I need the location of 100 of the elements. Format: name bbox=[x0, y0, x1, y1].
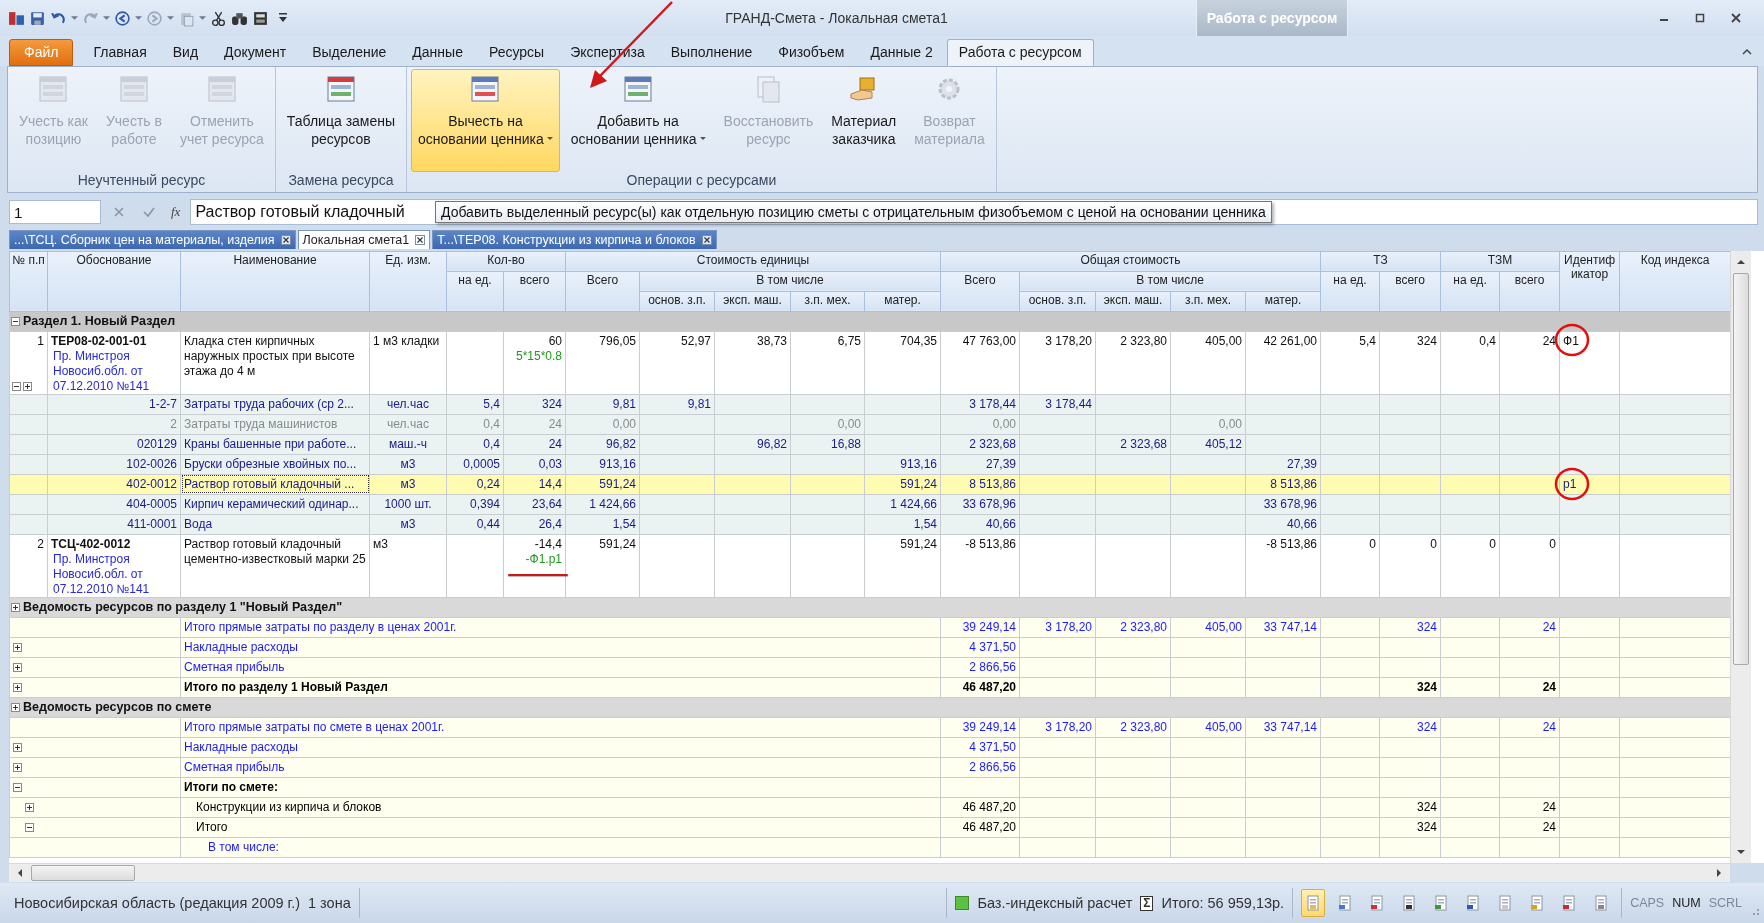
ribbon-button[interactable]: Таблица замены ресурсов bbox=[279, 68, 403, 173]
cell-reference-field[interactable]: 1 bbox=[9, 200, 101, 224]
close-icon[interactable] bbox=[701, 234, 712, 245]
column-header[interactable]: Общая стоимость bbox=[940, 251, 1321, 272]
caret-icon[interactable] bbox=[699, 136, 706, 141]
caret-icon[interactable] bbox=[135, 15, 142, 21]
column-header[interactable]: всего bbox=[1499, 271, 1560, 312]
table-cell: 102-0026 bbox=[47, 454, 181, 475]
column-header[interactable]: всего bbox=[503, 271, 566, 312]
maximize-icon[interactable] bbox=[1694, 12, 1706, 24]
table-cell: 42 261,00 bbox=[1245, 331, 1321, 395]
table-cell: 0 bbox=[1379, 534, 1441, 598]
ribbon-tab[interactable]: Документ bbox=[212, 38, 299, 66]
scroll-right-icon[interactable] bbox=[1716, 868, 1722, 879]
close-icon[interactable] bbox=[415, 234, 426, 245]
collapse-ribbon-icon[interactable] bbox=[1742, 47, 1752, 56]
expand-icon[interactable] bbox=[25, 802, 34, 812]
function-button[interactable]: fx bbox=[167, 204, 185, 220]
ribbon-tab[interactable]: Работа с ресурсом bbox=[946, 38, 1094, 66]
table-row[interactable]: 020129 Краны башенные при работе... маш.-ч 0,4 24 96,82 96,82 16,88 2 323,68 2 323,68 405,12 bbox=[9, 434, 1730, 455]
column-header[interactable]: Всего bbox=[940, 271, 1020, 312]
table-cell: 46 487,20 bbox=[940, 677, 1020, 698]
window-title: ГРАНД-Смета - Локальная смета1 bbox=[724, 10, 949, 26]
reference-text[interactable]: Пр. Минстроя Новосиб.обл. от 07.12.2010 №141 bbox=[51, 348, 177, 394]
caret-icon[interactable] bbox=[103, 15, 110, 21]
collapse-icon[interactable] bbox=[25, 822, 34, 832]
collapse-icon[interactable] bbox=[13, 782, 22, 792]
column-header[interactable]: Идентификатор bbox=[1559, 251, 1620, 312]
expand-icon[interactable] bbox=[13, 662, 22, 672]
ribbon-tab[interactable]: Ресурсы bbox=[476, 38, 557, 66]
column-header[interactable]: Стоимость единицы bbox=[565, 251, 941, 272]
table-cell: 52,97 bbox=[639, 331, 715, 395]
document-tab[interactable]: ...\ТСЦ. Сборник цен на материалы, изделия bbox=[9, 229, 296, 249]
table-row[interactable]: 102-0026 Бруски обрезные хвойных по... м3 0,0005 0,03 913,16 913,16 27,39 27,39 bbox=[9, 454, 1730, 475]
table-row[interactable]: 411-0001 Вода м3 0,44 26,4 1,54 1,54 40,66 40,66 bbox=[9, 514, 1730, 535]
tab-label[interactable]: Локальная смета1 bbox=[302, 232, 410, 247]
expand-icon[interactable] bbox=[13, 682, 22, 692]
column-header[interactable]: ТЗМ bbox=[1440, 251, 1560, 272]
tab-label[interactable]: Т...\ТЕР08. Конструкции из кирпича и блоков bbox=[437, 232, 696, 247]
scroll-thumb[interactable] bbox=[31, 865, 135, 882]
expand-icon[interactable] bbox=[11, 702, 20, 712]
expand-icon[interactable] bbox=[13, 762, 22, 772]
table-row[interactable]: 2 ТСЦ-402-0012 Пр. Минстроя Новосиб.обл. от 07.12.2010 №141 Раствор готовый кладочный цементно-известковый марки 25 м3 -14,4 -Ф1.р1 591,24 591,24 -8 513,86 -8 513,86 0 0 0 0 bbox=[9, 534, 1730, 598]
ribbon-tab[interactable]: Физобъем bbox=[766, 38, 857, 66]
scroll-thumb[interactable] bbox=[1733, 272, 1749, 665]
column-header[interactable]: Код индекса bbox=[1619, 251, 1730, 312]
collapse-icon[interactable] bbox=[12, 381, 32, 391]
column-header[interactable]: на ед. bbox=[446, 271, 504, 312]
scroll-up-icon[interactable] bbox=[1736, 258, 1746, 265]
ribbon-button[interactable]: Материал заказчика bbox=[824, 68, 904, 173]
save-icon[interactable] bbox=[29, 9, 46, 27]
app-logo-icon[interactable] bbox=[8, 9, 25, 27]
caret-icon[interactable] bbox=[167, 15, 174, 21]
ribbon-tab[interactable]: Главная bbox=[81, 38, 159, 66]
customize-icon[interactable] bbox=[279, 13, 287, 23]
ribbon-button[interactable]: Вычесть на основании ценника bbox=[411, 68, 560, 173]
resize-grip-icon[interactable] bbox=[1750, 906, 1760, 917]
table-row[interactable]: 402-0012 Раствор готовый кладочный ... м3 0,24 14,4 591,24 591,24 8 513,86 8 513,86 р1 bbox=[9, 474, 1730, 495]
summary-label: Накладные расходы bbox=[184, 740, 298, 755]
column-header[interactable]: всего bbox=[1379, 271, 1441, 312]
tab-label[interactable]: ...\ТСЦ. Сборник цен на материалы, изделия bbox=[14, 232, 275, 247]
column-header[interactable]: Всего bbox=[565, 271, 640, 312]
expand-icon[interactable] bbox=[13, 642, 22, 652]
expand-icon[interactable] bbox=[11, 602, 20, 612]
calculator-icon[interactable] bbox=[252, 9, 269, 27]
ribbon-tab[interactable]: Данные 2 bbox=[858, 38, 945, 66]
ribbon-tab[interactable]: Данные bbox=[400, 38, 475, 66]
ribbon-tab[interactable]: Вид bbox=[160, 38, 211, 66]
column-header[interactable]: № п.п bbox=[9, 251, 48, 312]
column-header[interactable]: Наименование bbox=[180, 251, 370, 312]
close-icon[interactable] bbox=[280, 234, 291, 245]
table-cell: 33 747,14 bbox=[1245, 717, 1321, 738]
column-header[interactable]: Ед. изм. bbox=[369, 251, 447, 312]
horizontal-scrollbar[interactable] bbox=[9, 863, 1730, 883]
table-row[interactable]: 404-0005 Кирпич керамический одинар... 1000 шт. 0,394 23,64 1 424,66 1 424,66 33 678,96 33 678,96 bbox=[9, 494, 1730, 515]
column-header[interactable]: на ед. bbox=[1440, 271, 1500, 312]
document-tab[interactable]: Т...\ТЕР08. Конструкции из кирпича и блоков bbox=[432, 229, 717, 249]
document-tab[interactable]: Локальная смета1 bbox=[297, 229, 431, 249]
back-icon[interactable] bbox=[114, 9, 131, 27]
column-header[interactable]: ТЗ bbox=[1320, 251, 1441, 272]
collapse-icon[interactable] bbox=[11, 316, 20, 326]
column-header[interactable]: на ед. bbox=[1320, 271, 1380, 312]
vertical-scrollbar[interactable] bbox=[1730, 250, 1751, 864]
expand-icon[interactable] bbox=[13, 742, 22, 752]
scissors-icon[interactable] bbox=[210, 9, 227, 27]
document-icon bbox=[1594, 895, 1609, 912]
column-header[interactable]: Обоснование bbox=[47, 251, 181, 312]
caret-icon[interactable] bbox=[199, 15, 206, 21]
close-icon[interactable] bbox=[1730, 12, 1742, 24]
table-row[interactable]: 1-2-7 Затраты труда рабочих (ср 2... чел.час 5,4 324 9,81 9,81 3 178,44 3 178,44 bbox=[9, 394, 1730, 415]
scroll-left-icon[interactable] bbox=[17, 868, 23, 879]
column-header[interactable]: Кол-во bbox=[446, 251, 566, 272]
caret-icon[interactable] bbox=[546, 136, 553, 141]
reference-text[interactable]: Пр. Минстроя Новосиб.обл. от 07.12.2010 №141 bbox=[51, 551, 177, 597]
table-row[interactable] bbox=[9, 331, 1730, 395]
scroll-down-icon[interactable] bbox=[1736, 849, 1746, 856]
ribbon-tab[interactable]: Выделение bbox=[300, 38, 399, 66]
caret-icon[interactable] bbox=[71, 15, 78, 21]
table-cell: 2 866,56 bbox=[940, 657, 1020, 678]
ribbon-tab[interactable]: Выполнение bbox=[658, 38, 765, 66]
